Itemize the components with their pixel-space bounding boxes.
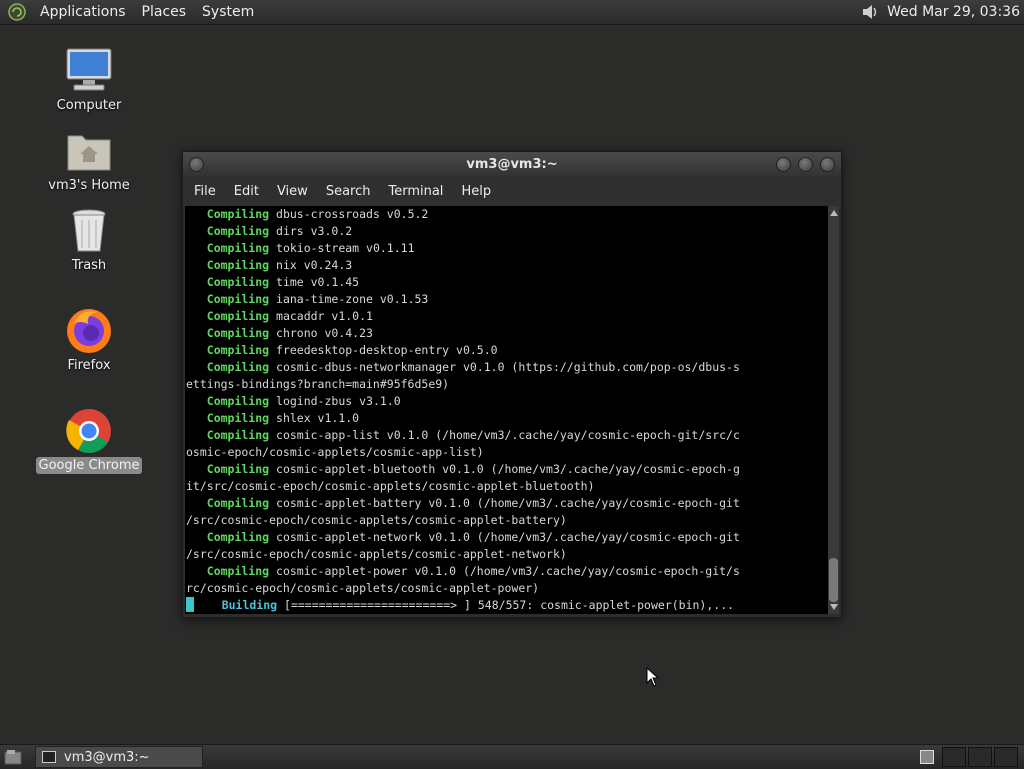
desktop-icon-label: Trash [71,258,107,273]
terminal-line: /src/cosmic-epoch/cosmic-applets/cosmic-… [186,513,567,527]
terminal-line: Compiling cosmic-applet-power v0.1.0 (/h… [186,564,740,578]
terminal-cursor [186,597,194,612]
firefox-icon [64,306,114,354]
terminal-line: Compiling logind-zbus v3.1.0 [186,394,401,408]
taskbar-button-label: vm3@vm3:~ [64,749,150,765]
bottom-panel: vm3@vm3:~ [0,744,1024,769]
workspace-switcher[interactable] [914,747,1018,767]
clock[interactable]: Wed Mar 29, 03:36 [881,4,1024,20]
edit-menu[interactable]: Edit [225,184,268,199]
terminal-line: Compiling cosmic-dbus-networkmanager v0.… [186,360,740,374]
distro-logo-icon[interactable] [8,3,26,21]
window-menu-icon[interactable] [189,157,204,172]
home-folder-icon [64,126,114,174]
terminal-line: Compiling time v0.1.45 [186,275,360,289]
desktop-icon-firefox[interactable]: Firefox [38,306,140,374]
terminal-line: Compiling shlex v1.1.0 [186,411,360,425]
terminal-line: Compiling cosmic-applet-bluetooth v0.1.0… [186,462,740,476]
terminal-line: rc/cosmic-epoch/cosmic-applets/cosmic-ap… [186,581,540,595]
desktop-icon-trash[interactable]: Trash [38,206,140,274]
terminal-line: Compiling tokio-stream v0.1.11 [186,241,415,255]
workspace-4[interactable] [994,747,1018,767]
terminal-window[interactable]: vm3@vm3:~ File Edit View Search Terminal… [182,151,842,618]
file-menu[interactable]: File [185,184,225,199]
terminal-line: Compiling cosmic-applet-battery v0.1.0 (… [186,496,740,510]
system-menu[interactable]: System [194,4,262,20]
view-menu[interactable]: View [268,184,317,199]
top-panel: Applications Places System Wed Mar 29, 0… [0,0,1024,25]
terminal-scrollbar[interactable] [828,206,839,614]
desktop-icon-label: Google Chrome [35,457,143,474]
help-menu[interactable]: Help [452,184,500,199]
show-desktop-icon[interactable] [3,747,23,767]
terminal-line: Compiling dbus-crossroads v0.5.2 [186,207,429,221]
terminal-line: Compiling freedesktop-desktop-entry v0.5… [186,343,498,357]
maximize-icon[interactable] [798,157,813,172]
taskbar-button-terminal[interactable]: vm3@vm3:~ [35,746,203,768]
window-title: vm3@vm3:~ [466,156,558,172]
speaker-icon[interactable] [859,1,881,23]
applications-menu[interactable]: Applications [32,4,134,20]
desktop-icon-label: vm3's Home [48,178,130,193]
terminal-line: Compiling dirs v3.0.2 [186,224,353,238]
search-menu[interactable]: Search [317,184,380,199]
chrome-icon [64,406,114,454]
terminal-icon [42,751,56,763]
trash-icon [64,206,114,254]
scroll-up-icon[interactable] [830,210,838,216]
scroll-down-icon[interactable] [830,604,838,610]
terminal-line: Compiling chrono v0.4.23 [186,326,373,340]
desktop-icon-label: Computer [56,98,122,113]
terminal-line: Compiling cosmic-applet-network v0.1.0 (… [186,530,740,544]
terminal-menubar: File Edit View Search Terminal Help [183,176,841,206]
terminal-line: Compiling macaddr v1.0.1 [186,309,373,323]
desktop-icon-home[interactable]: vm3's Home [38,126,140,194]
desktop-icon-computer[interactable]: Computer [38,46,140,114]
window-titlebar[interactable]: vm3@vm3:~ [183,152,841,176]
terminal-line: it/src/cosmic-epoch/cosmic-applets/cosmi… [186,479,595,493]
terminal-line: osmic-epoch/cosmic-applets/cosmic-app-li… [186,445,484,459]
mouse-pointer-icon [646,666,660,687]
terminal-line: Compiling nix v0.24.3 [186,258,353,272]
terminal-line: Compiling iana-time-zone v0.1.53 [186,292,429,306]
desktop-icon-chrome[interactable]: Google Chrome [35,406,143,474]
workspace-1[interactable] [920,750,934,764]
terminal-line: Compiling cosmic-app-list v0.1.0 (/home/… [186,428,740,442]
places-menu[interactable]: Places [134,4,195,20]
close-icon[interactable] [820,157,835,172]
computer-icon [64,46,114,94]
workspace-3[interactable] [968,747,992,767]
terminal-line: ettings-bindings?branch=main#95f6d5e9) [186,377,450,391]
desktop-icon-label: Firefox [67,358,111,373]
workspace-2[interactable] [942,747,966,767]
terminal-menu[interactable]: Terminal [379,184,452,199]
terminal-progress-line: Building [=======================> ] 548… [185,597,828,614]
terminal-output[interactable]: Compiling dbus-crossroads v0.5.2 Compili… [185,206,828,614]
scrollbar-thumb[interactable] [829,558,838,602]
minimize-icon[interactable] [776,157,791,172]
terminal-line: /src/cosmic-epoch/cosmic-applets/cosmic-… [186,547,567,561]
